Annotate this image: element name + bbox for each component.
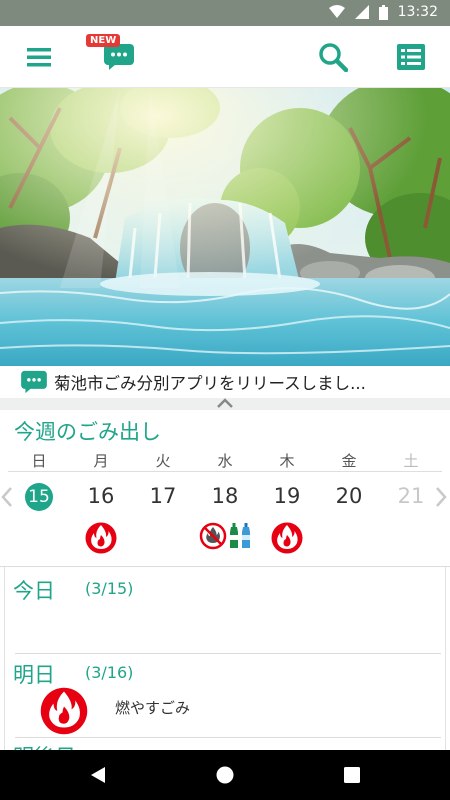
weekday-label: 土 — [403, 452, 419, 470]
search-icon — [319, 43, 348, 72]
new-badge: NEW — [86, 34, 121, 47]
wifi-icon — [328, 5, 345, 18]
no-burn-icon — [199, 522, 227, 550]
recents-icon[interactable] — [343, 766, 361, 784]
menu-icon — [27, 48, 51, 67]
status-bar: 13:32 — [0, 0, 450, 26]
schedule-detail-panel: 今日 (3/15) 明日 (3/16) 燃やすごみ 明後日 — [0, 566, 450, 750]
tomorrow-date-label: (3/16) — [85, 663, 134, 682]
chat-icon — [104, 44, 134, 70]
collapse-handle[interactable] — [0, 398, 450, 410]
notice-banner[interactable]: 菊池市ごみ分別アプリをリリースしまし... — [0, 366, 450, 398]
signal-icon — [354, 5, 369, 19]
weekday-label: 金 — [341, 452, 357, 470]
date-cell[interactable]: 16 — [70, 478, 132, 514]
burnable-fire-icon — [40, 687, 88, 735]
chat-icon — [21, 370, 47, 394]
garbage-type-label: 燃やすごみ — [115, 699, 191, 717]
chevron-up-icon — [217, 398, 233, 408]
weekday-label: 水 — [217, 452, 233, 470]
status-time: 13:32 — [397, 4, 438, 20]
home-icon[interactable] — [215, 765, 235, 785]
list-button[interactable] — [392, 38, 430, 76]
weekday-label: 木 — [279, 452, 295, 470]
battery-icon — [378, 4, 388, 20]
burnable-fire-icon — [85, 522, 117, 554]
list-icon — [397, 44, 425, 70]
search-button[interactable] — [314, 38, 352, 76]
garbage-icon-cell — [380, 516, 442, 556]
divider — [15, 737, 441, 738]
notice-text: 菊池市ごみ分別アプリをリリースしまし... — [54, 374, 366, 393]
day-after-title: 明後日 — [13, 741, 76, 750]
garbage-icon-cell — [8, 516, 70, 556]
date-cell-today[interactable]: 15 — [8, 478, 70, 514]
garbage-icon-cell — [318, 516, 380, 556]
garbage-icon-cell — [256, 516, 318, 556]
today-date: 15 — [25, 483, 53, 511]
garbage-icon-cell — [70, 516, 132, 556]
back-icon[interactable] — [88, 765, 108, 785]
app-bar: NEW — [0, 26, 450, 88]
system-nav-bar — [0, 750, 450, 800]
bottle-icon — [230, 523, 238, 548]
date-cell[interactable]: 18 — [194, 478, 256, 514]
hero-banner-image — [0, 88, 450, 366]
today-date-label: (3/15) — [85, 579, 134, 598]
weekday-label: 月 — [93, 452, 109, 470]
pet-bottle-icon — [242, 523, 250, 548]
schedule-detail-list: 今日 (3/15) 明日 (3/16) 燃やすごみ 明後日 — [4, 567, 446, 750]
garbage-icon-cell — [194, 516, 256, 556]
week-title: 今週のごみ出し — [14, 420, 161, 444]
burnable-fire-icon — [271, 522, 303, 554]
weekday-label: 火 — [155, 452, 171, 470]
garbage-icon-cell — [132, 516, 194, 556]
date-cell[interactable]: 20 — [318, 478, 380, 514]
date-row: 15 16 17 18 19 20 21 — [8, 478, 442, 514]
weekday-label: 日 — [31, 452, 47, 470]
divider — [15, 653, 441, 654]
garbage-icons-row — [8, 516, 442, 556]
date-cell[interactable]: 17 — [132, 478, 194, 514]
date-cell[interactable]: 21 — [380, 478, 442, 514]
weekday-header: 日 月 火 水 木 金 土 — [8, 450, 442, 472]
date-cell[interactable]: 19 — [256, 478, 318, 514]
menu-button[interactable] — [20, 38, 58, 76]
today-title: 今日 — [13, 579, 55, 603]
